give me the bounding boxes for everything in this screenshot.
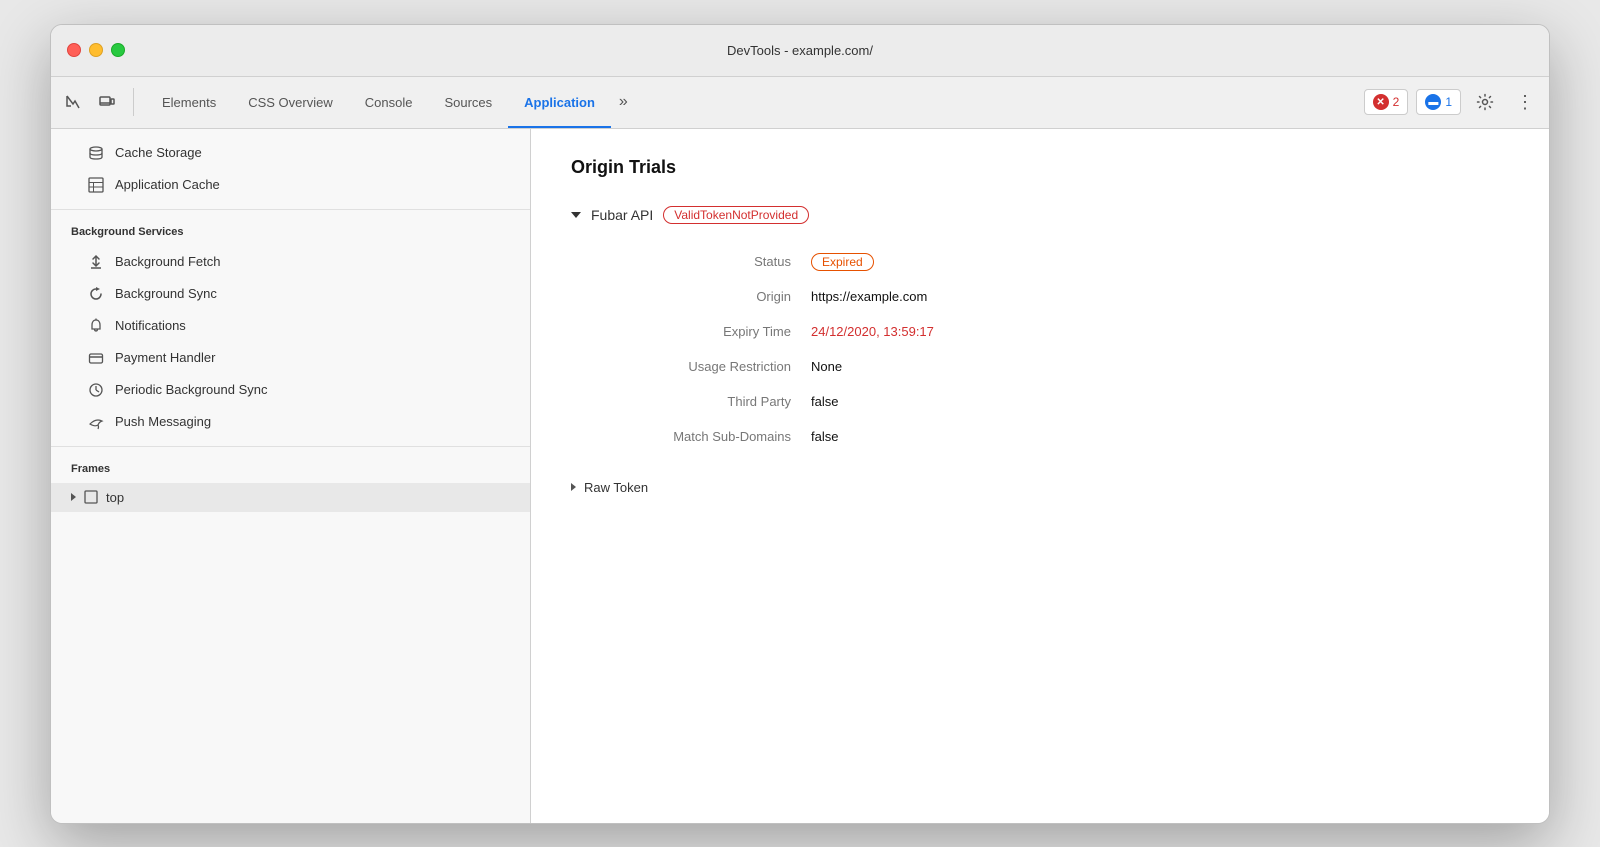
frames-header: Frames — [51, 455, 530, 483]
application-cache-label: Application Cache — [115, 177, 220, 192]
collapse-icon[interactable] — [571, 212, 581, 218]
error-badge-button[interactable]: ✕ 2 — [1364, 89, 1409, 115]
expiry-time-value: 24/12/2020, 13:59:17 — [811, 314, 1509, 349]
push-messaging-label: Push Messaging — [115, 414, 211, 429]
notifications-label: Notifications — [115, 318, 186, 333]
tabbar-right: ✕ 2 ▬ 1 ⋮ — [1364, 86, 1541, 118]
usage-restriction-value: None — [811, 349, 1509, 384]
periodic-background-sync-label: Periodic Background Sync — [115, 382, 267, 397]
raw-token-row[interactable]: Raw Token — [571, 470, 1509, 505]
error-count: 2 — [1393, 95, 1400, 109]
sidebar-item-background-sync[interactable]: Background Sync — [51, 278, 530, 310]
status-badge: ValidTokenNotProvided — [663, 206, 809, 224]
background-fetch-icon — [87, 253, 105, 271]
tab-elements[interactable]: Elements — [146, 76, 232, 128]
background-sync-label: Background Sync — [115, 286, 217, 301]
usage-restriction-label: Usage Restriction — [591, 349, 811, 384]
match-subdomains-label: Match Sub-Domains — [591, 419, 811, 454]
payment-handler-label: Payment Handler — [115, 350, 215, 365]
trial-name: Fubar API — [591, 207, 653, 223]
tabbar: Elements CSS Overview Console Sources Ap… — [51, 77, 1549, 129]
raw-token-expand-icon — [571, 483, 576, 491]
status-label: Status — [591, 244, 811, 279]
detail-table: Status Expired Origin https://example.co… — [591, 244, 1509, 454]
sidebar-item-application-cache[interactable]: Application Cache — [51, 169, 530, 201]
origin-value: https://example.com — [811, 279, 1509, 314]
info-count: 1 — [1445, 95, 1452, 109]
notifications-icon — [87, 317, 105, 335]
origin-label: Origin — [591, 279, 811, 314]
background-sync-icon — [87, 285, 105, 303]
cache-storage-icon — [87, 144, 105, 162]
minimize-button[interactable] — [89, 43, 103, 57]
sidebar-frames-section: Frames top — [51, 447, 530, 520]
expired-badge: Expired — [811, 253, 874, 271]
tab-sources[interactable]: Sources — [428, 76, 508, 128]
sidebar-item-cache-storage[interactable]: Cache Storage — [51, 137, 530, 169]
expand-icon — [71, 493, 76, 501]
main-content: Cache Storage Application Cache — [51, 129, 1549, 823]
periodic-background-sync-icon — [87, 381, 105, 399]
traffic-lights — [67, 43, 125, 57]
sidebar-item-payment-handler[interactable]: Payment Handler — [51, 342, 530, 374]
cache-storage-label: Cache Storage — [115, 145, 202, 160]
devtools-window: DevTools - example.com/ Elements — [50, 24, 1550, 824]
inspect-icon[interactable] — [59, 88, 87, 116]
sidebar-item-background-fetch[interactable]: Background Fetch — [51, 246, 530, 278]
sidebar-item-push-messaging[interactable]: Push Messaging — [51, 406, 530, 438]
device-icon[interactable] — [93, 88, 121, 116]
sidebar-background-services-section: Background Services Background Fetch — [51, 210, 530, 447]
tab-console[interactable]: Console — [349, 76, 429, 128]
sidebar: Cache Storage Application Cache — [51, 129, 531, 823]
sidebar-item-top[interactable]: top — [51, 483, 530, 512]
sidebar-storage-section: Cache Storage Application Cache — [51, 129, 530, 210]
expiry-time-label: Expiry Time — [591, 314, 811, 349]
more-options-button[interactable]: ⋮ — [1509, 86, 1541, 118]
application-cache-icon — [87, 176, 105, 194]
sidebar-item-notifications[interactable]: Notifications — [51, 310, 530, 342]
background-fetch-label: Background Fetch — [115, 254, 221, 269]
panel-title: Origin Trials — [571, 157, 1509, 178]
content-panel: Origin Trials Fubar API ValidTokenNotPro… — [531, 129, 1549, 823]
tab-application[interactable]: Application — [508, 76, 611, 128]
trial-header: Fubar API ValidTokenNotProvided — [571, 206, 1509, 224]
info-badge-button[interactable]: ▬ 1 — [1416, 89, 1461, 115]
error-icon: ✕ — [1373, 94, 1389, 110]
devtools-icon-group — [59, 88, 134, 116]
frame-icon — [84, 490, 98, 504]
payment-handler-icon — [87, 349, 105, 367]
more-tabs-button[interactable]: » — [611, 76, 636, 128]
match-subdomains-value: false — [811, 419, 1509, 454]
top-frame-label: top — [106, 490, 124, 505]
third-party-label: Third Party — [591, 384, 811, 419]
settings-button[interactable] — [1469, 86, 1501, 118]
info-icon: ▬ — [1425, 94, 1441, 110]
third-party-value: false — [811, 384, 1509, 419]
raw-token-label: Raw Token — [584, 480, 648, 495]
status-value: Expired — [811, 244, 1509, 279]
close-button[interactable] — [67, 43, 81, 57]
titlebar: DevTools - example.com/ — [51, 25, 1549, 77]
push-messaging-icon — [87, 413, 105, 431]
tab-css-overview[interactable]: CSS Overview — [232, 76, 349, 128]
trial-section: Fubar API ValidTokenNotProvided Status E… — [571, 206, 1509, 505]
background-services-header: Background Services — [51, 218, 530, 246]
sidebar-item-periodic-background-sync[interactable]: Periodic Background Sync — [51, 374, 530, 406]
window-title: DevTools - example.com/ — [727, 43, 873, 58]
maximize-button[interactable] — [111, 43, 125, 57]
